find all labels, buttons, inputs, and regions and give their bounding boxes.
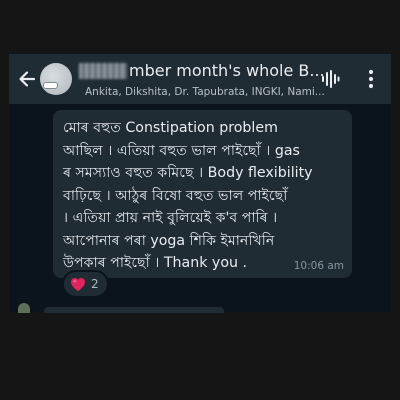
message-line: বাঢ়িছে । আঠুৰ বিষো বহুত ভাল পাইছোঁ — [63, 187, 288, 204]
group-avatar[interactable] — [40, 63, 72, 95]
participants-list: Ankita, Dikshita, Dr. Tapubrata, INGKI, … — [85, 86, 325, 98]
back-button[interactable] — [15, 67, 39, 91]
message-line: ৰ সমস্যাও বহুত কমিছে । Body flexibility — [63, 165, 313, 181]
chat-title: mber month's whole B... — [129, 61, 325, 80]
chat-header: mber month's whole B... Ankita, Dikshita… — [9, 54, 391, 104]
screen: mber month's whole B... Ankita, Dikshita… — [0, 0, 400, 400]
voice-waveform-icon — [322, 70, 340, 88]
avatar-badge — [43, 82, 58, 89]
message-line: আপোনাৰ পৰা yoga শিকি ইমানখিনি — [63, 232, 275, 249]
arrow-left-icon — [19, 71, 36, 87]
message-timestamp: 10:06 am — [293, 260, 344, 272]
message-text: মোৰ বহুত Constipation problem আছিল । এতি… — [63, 117, 344, 275]
more-options-button[interactable] — [365, 68, 377, 90]
more-vertical-icon — [368, 69, 374, 89]
message-bubble[interactable]: মোৰ বহুত Constipation problem আছিল । এতি… — [53, 110, 352, 278]
next-message-bubble[interactable] — [44, 307, 224, 313]
message-line: আছিল । এতিয়া বহুত ভাল পাইছোঁ । gas — [63, 142, 300, 159]
next-message-avatar[interactable] — [18, 303, 30, 313]
redacted-name — [79, 63, 127, 79]
chat-title-block[interactable]: mber month's whole B... Ankita, Dikshita… — [79, 59, 325, 99]
heart-icon — [71, 277, 85, 291]
reaction-badge[interactable]: 2 — [62, 270, 109, 298]
voice-chat-button[interactable] — [320, 69, 340, 89]
message-line: মোৰ বহুত Constipation problem — [63, 120, 278, 136]
message-line: । এতিয়া প্ৰায় নাই বুলিয়েই ক'ব পাৰি । — [63, 210, 278, 226]
reaction-count: 2 — [91, 277, 99, 291]
chat-area[interactable]: মোৰ বহুত Constipation problem আছিল । এতি… — [9, 104, 391, 312]
